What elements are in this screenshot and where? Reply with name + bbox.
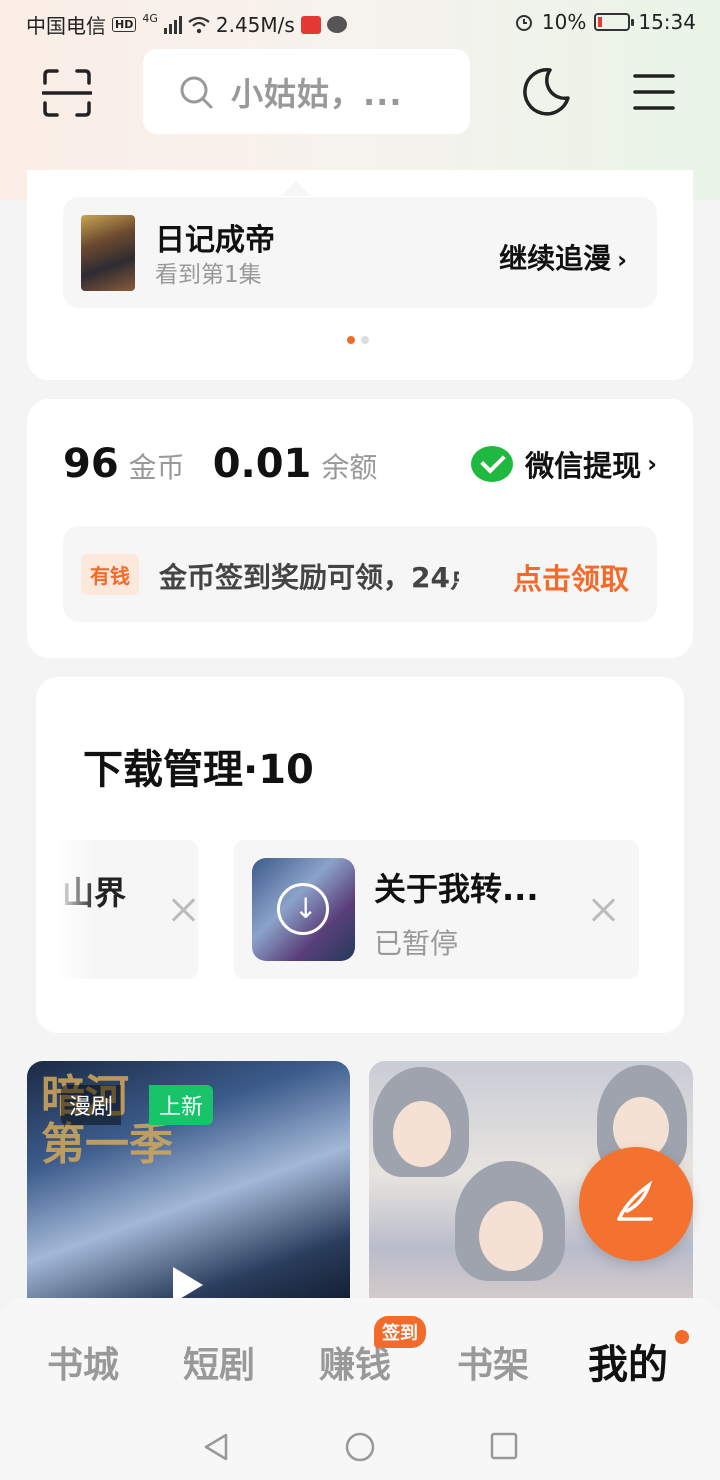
download-manager-card: 下载管理·10 山界 关于我转... 已暂停 [36, 677, 684, 1033]
balance-unit: 余额 [321, 451, 378, 484]
chat-notification-icon [326, 16, 347, 33]
home-icon[interactable] [345, 1432, 375, 1462]
close-icon[interactable] [168, 895, 198, 925]
hd-icon: HD [112, 17, 137, 32]
wallet-summary[interactable]: 96 金币 0.01 余额 [63, 441, 405, 487]
comic-title: 日记成帝 [155, 223, 275, 258]
search-icon [180, 76, 213, 108]
card-pointer [282, 180, 310, 196]
download-status: 已暂停 [374, 927, 459, 960]
carrier-label: 中国电信 [26, 14, 106, 38]
notification-dot [675, 1330, 689, 1344]
download-item[interactable]: 山界 [56, 840, 198, 979]
status-bar: 中国电信 HD 4G 2.45M/s 10% 15:34 [0, 0, 720, 44]
wifi-icon [188, 16, 210, 33]
bottom-nav: 书城 短剧 赚钱 签到 书架 我的 [0, 1298, 720, 1480]
coin-unit: 金币 [128, 451, 185, 484]
back-icon[interactable] [202, 1432, 230, 1462]
continue-reading-item[interactable]: 日记成帝 看到第1集 继续追漫 › [63, 197, 657, 308]
download-item[interactable]: 关于我转... 已暂停 [234, 840, 639, 979]
scan-icon[interactable] [42, 68, 92, 118]
continue-button[interactable]: 继续追漫 › [499, 237, 627, 277]
notification-app-icon [300, 15, 321, 34]
coin-count: 96 [63, 441, 119, 487]
download-item-name: 关于我转... [374, 870, 539, 908]
cover-art [393, 1101, 451, 1167]
wallet-card: 96 金币 0.01 余额 微信提现 › 有钱 金币签到奖励可领，24点 点击领… [27, 399, 693, 658]
quill-icon [617, 1181, 653, 1221]
new-tag: 上新 [149, 1085, 214, 1125]
claim-button[interactable]: 点击领取 [513, 556, 629, 598]
chevron-right-icon: › [617, 246, 627, 274]
search-placeholder: 小姑姑，... [231, 74, 403, 113]
clock: 15:34 [638, 10, 696, 34]
menu-icon[interactable] [632, 70, 676, 114]
comic-cover [252, 858, 355, 961]
pager-dots [347, 336, 369, 344]
search-bar[interactable]: 小姑姑，... [143, 49, 470, 134]
recents-icon[interactable] [490, 1432, 518, 1460]
alarm-icon [515, 15, 532, 31]
network-speed: 2.45M/s [215, 12, 295, 37]
scroll-fade [56, 840, 96, 979]
pager-dot [361, 336, 369, 344]
wechat-icon [471, 446, 514, 482]
pager-dot-active [347, 336, 355, 344]
withdraw-label: 微信提现 [525, 449, 642, 483]
write-button[interactable] [579, 1147, 693, 1261]
moon-icon[interactable] [520, 66, 572, 118]
tab-bookshelf[interactable]: 书架 [457, 1336, 529, 1388]
comic-cover [81, 215, 135, 291]
wechat-withdraw-button[interactable]: 微信提现 › [471, 443, 657, 485]
comic-progress: 看到第1集 [155, 262, 262, 288]
signin-reward-banner[interactable]: 有钱 金币签到奖励可领，24点 点击领取 [63, 526, 657, 622]
balance-amount: 0.01 [212, 441, 312, 487]
close-icon[interactable] [588, 895, 618, 925]
cover-art [479, 1201, 543, 1271]
tab-short-drama[interactable]: 短剧 [183, 1336, 255, 1388]
download-manager-title[interactable]: 下载管理·10 [83, 737, 314, 795]
chevron-right-icon: › [647, 450, 657, 478]
signin-badge: 签到 [374, 1316, 426, 1348]
reward-message: 金币签到奖励可领，24点 [159, 561, 459, 594]
feed-card[interactable]: 暗河 第一季 漫剧 上新 [27, 1061, 350, 1311]
signal-icon [163, 15, 182, 34]
download-icon [277, 883, 329, 935]
network-label: 4G [142, 12, 158, 25]
continue-label: 继续追漫 [499, 242, 612, 275]
type-tag: 漫剧 [61, 1085, 122, 1125]
tab-mine[interactable]: 我的 [588, 1332, 668, 1390]
money-tag: 有钱 [81, 554, 139, 595]
battery-icon [594, 13, 635, 31]
battery-percent: 10% [541, 10, 587, 34]
tab-bookstore[interactable]: 书城 [47, 1336, 119, 1388]
